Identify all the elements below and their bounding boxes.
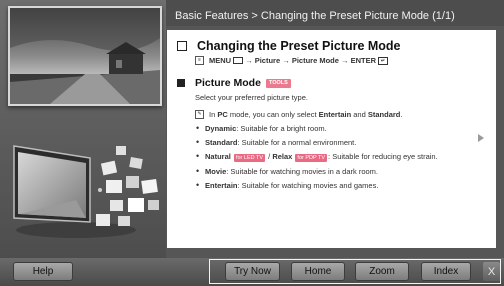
note-icon: ≡ [195, 56, 204, 65]
memo-icon: ✎ [195, 110, 204, 119]
pc-mode-note: ✎ In PC mode, you can only select Entert… [195, 110, 486, 119]
picture-mode-options: Dynamic: Suitable for a bright room. Sta… [196, 123, 486, 190]
path-picture: Picture [254, 56, 281, 65]
option-name: Standard [205, 138, 238, 147]
help-button[interactable]: Help [13, 262, 73, 281]
list-item: Dynamic: Suitable for a bright room. [196, 123, 486, 133]
option-name: Relax [272, 152, 293, 161]
list-item: Standard: Suitable for a normal environm… [196, 137, 486, 147]
path-picture-mode: Picture Mode [291, 56, 339, 65]
note-entertain: Entertain [318, 110, 352, 119]
note-text: and [351, 110, 368, 119]
pdp-tv-tag: for PDP TV [295, 154, 328, 162]
close-button[interactable]: X [483, 262, 500, 281]
led-tv-tag: for LED TV [233, 154, 266, 162]
breadcrumb-header: Basic Features > Changing the Preset Pic… [166, 0, 504, 26]
path-arrow: → [341, 56, 349, 65]
try-now-button[interactable]: Try Now [225, 262, 280, 281]
option-desc: : Suitable for a bright room. [236, 124, 327, 133]
picture-mode-heading: Picture Mode TOOLS [177, 77, 486, 89]
option-name: Entertain [205, 181, 238, 190]
menu-icon [233, 57, 244, 64]
menu-path: ≡ MENU → Picture → Picture Mode → ENTER … [195, 56, 486, 65]
list-item: Natural for LED TV / Relax for PDP TV: S… [196, 151, 486, 162]
left-panel [0, 0, 166, 258]
picture-mode-title: Picture Mode [195, 77, 261, 89]
option-desc: : Suitable for reducing eye strain. [328, 152, 438, 161]
list-item: Entertain: Suitable for watching movies … [196, 180, 486, 190]
filled-square-icon [177, 79, 185, 87]
footer-bar: Help Try Now Home Zoom Index X [0, 258, 504, 286]
path-menu: MENU [209, 56, 232, 65]
open-square-icon [177, 41, 187, 51]
landscape-photo [8, 6, 162, 106]
picture-mode-description: Select your preferred picture type. [195, 93, 308, 102]
path-arrow: → [245, 56, 253, 65]
path-enter: ENTER [350, 56, 377, 65]
option-name: Movie [205, 167, 227, 176]
tv-illustration [13, 145, 159, 238]
note-pc: PC [217, 110, 228, 119]
help-content: Changing the Preset Picture Mode ≡ MENU … [167, 30, 496, 248]
next-arrow-icon[interactable] [478, 134, 484, 142]
option-name: Natural [205, 152, 231, 161]
path-arrow: → [282, 56, 290, 65]
tools-badge: TOOLS [265, 78, 291, 88]
option-desc: : Suitable for watching movies and games… [237, 181, 379, 190]
option-name: Dynamic [205, 124, 237, 133]
option-desc: : Suitable for watching movies in a dark… [226, 167, 379, 176]
home-button[interactable]: Home [291, 262, 345, 281]
section-title: Changing the Preset Picture Mode [197, 39, 401, 53]
list-item: Movie: Suitable for watching movies in a… [196, 166, 486, 176]
index-button[interactable]: Index [421, 262, 471, 281]
enter-icon: ↵ [378, 56, 389, 65]
zoom-button[interactable]: Zoom [355, 262, 409, 281]
note-standard: Standard [367, 110, 401, 119]
note-text: mode, you can only select [227, 110, 319, 119]
section-heading: Changing the Preset Picture Mode [177, 39, 486, 53]
option-desc: : Suitable for a normal environment. [237, 138, 357, 147]
note-text: . [400, 110, 403, 119]
